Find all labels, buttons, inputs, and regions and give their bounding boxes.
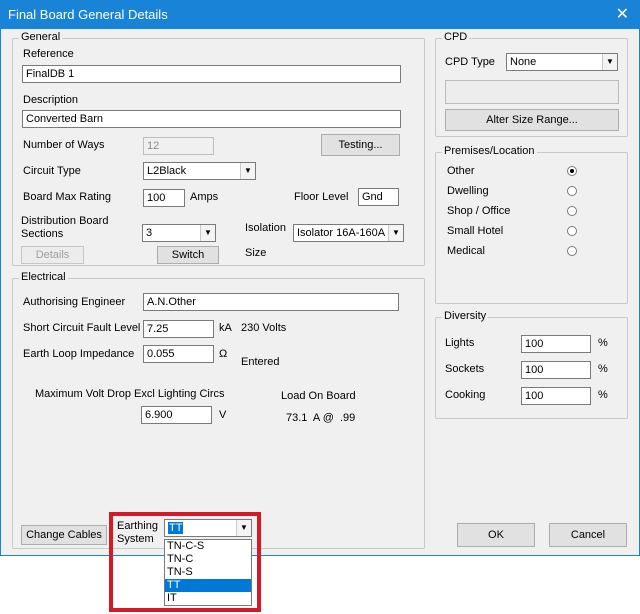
chevron-down-icon[interactable]: ▼	[200, 225, 215, 241]
chevron-down-icon[interactable]: ▼	[602, 54, 617, 70]
ways-label: Number of Ways	[23, 139, 105, 151]
premises-radio[interactable]	[567, 246, 577, 256]
cpd-size-range-box	[445, 80, 619, 104]
diversity-input[interactable]: 100	[521, 361, 591, 379]
loop-impedance-label: Earth Loop Impedance	[23, 348, 135, 360]
ways-input: 12	[143, 137, 214, 155]
cpd-type-value: None	[510, 56, 537, 68]
diversity-row-label: Cooking	[445, 389, 486, 401]
earthing-value: TT	[168, 522, 184, 534]
loop-impedance-input[interactable]: 0.055	[143, 345, 214, 363]
diversity-legend: Diversity	[442, 310, 489, 322]
isolation-label: Isolation	[245, 222, 286, 234]
diversity-row-label: Lights	[445, 337, 475, 349]
fault-level-input[interactable]: 7.25	[143, 320, 214, 338]
diversity-unit: %	[598, 337, 608, 349]
dist-sections-select[interactable]: 3 ▼	[142, 224, 216, 242]
floor-level-label: Floor Level	[294, 191, 349, 203]
cancel-button[interactable]: Cancel	[549, 523, 627, 547]
diversity-input[interactable]: 100	[521, 335, 591, 353]
dist-sections-label-2: Sections	[21, 228, 64, 240]
earthing-option[interactable]: TN-C	[165, 553, 251, 566]
earthing-label-2: System	[117, 533, 154, 545]
diversity-unit: %	[598, 363, 608, 375]
window-title: Final Board General Details	[8, 7, 168, 22]
switch-button[interactable]: Switch	[157, 246, 219, 264]
board-max-label: Board Max Rating	[23, 191, 112, 203]
loop-unit: Ω	[219, 348, 228, 360]
earthing-select[interactable]: TT ▼	[164, 519, 252, 537]
earthing-option[interactable]: TN-C-S	[165, 540, 251, 553]
isolation-select[interactable]: Isolator 16A-160A ▼	[293, 224, 404, 242]
load-label: Load On Board	[281, 390, 356, 402]
cpd-legend: CPD	[442, 31, 470, 43]
amps-label: Amps	[190, 191, 219, 203]
fault-unit: kA	[219, 322, 232, 334]
reference-input[interactable]: FinalDB 1	[22, 65, 401, 83]
circuit-type-select[interactable]: L2Black ▼	[143, 162, 256, 180]
switch-button-label: Switch	[171, 249, 205, 261]
ok-button[interactable]: OK	[457, 523, 535, 547]
electrical-legend: Electrical	[19, 271, 68, 283]
volts-label: 230 Volts	[241, 322, 287, 334]
engineer-input[interactable]: A.N.Other	[143, 293, 399, 311]
details-button: Details	[21, 246, 84, 264]
change-cables-button[interactable]: Change Cables	[21, 525, 107, 545]
premises-radio[interactable]	[567, 226, 577, 236]
general-legend: General	[19, 31, 63, 43]
reference-label: Reference	[23, 48, 74, 60]
size-label: Size	[245, 247, 267, 259]
cancel-button-label: Cancel	[570, 529, 606, 541]
chevron-down-icon[interactable]: ▼	[240, 163, 255, 179]
premises-option-label: Medical	[447, 245, 485, 257]
load-value: 73.1 A @ .99	[286, 412, 356, 424]
premises-option-label: Dwelling	[447, 185, 489, 197]
premises-radio[interactable]	[567, 206, 577, 216]
diversity-row-label: Sockets	[445, 363, 485, 375]
cpd-type-label: CPD Type	[445, 56, 495, 68]
diversity-input[interactable]: 100	[521, 387, 591, 405]
chevron-down-icon[interactable]: ▼	[236, 520, 251, 536]
earthing-option[interactable]: IT	[165, 592, 251, 605]
title-bar[interactable]: Final Board General Details ✕	[1, 1, 639, 29]
engineer-label: Authorising Engineer	[23, 296, 126, 308]
circuit-type-label: Circuit Type	[23, 165, 81, 177]
chevron-down-icon[interactable]: ▼	[388, 225, 403, 241]
volt-drop-input[interactable]: 6.900	[141, 406, 212, 424]
isolation-value: Isolator 16A-160A	[297, 227, 386, 239]
premises-option-label: Small Hotel	[447, 225, 504, 237]
dialog-window: Final Board General Details ✕ General Re…	[0, 0, 640, 556]
volt-drop-unit: V	[219, 409, 227, 421]
description-label: Description	[23, 94, 79, 106]
floor-level-input[interactable]: Gnd	[358, 188, 399, 206]
dist-sections-label-1: Distribution Board	[21, 215, 109, 227]
premises-option-label: Other	[447, 165, 475, 177]
volt-drop-label: Maximum Volt Drop Excl Lighting Circs	[35, 388, 225, 400]
premises-legend: Premises/Location	[442, 145, 537, 157]
cpd-type-select[interactable]: None ▼	[506, 53, 618, 71]
testing-button-label: Testing...	[338, 139, 383, 151]
earthing-option[interactable]: TN-S	[165, 566, 251, 579]
premises-option-label: Shop / Office	[447, 205, 511, 217]
fault-level-label: Short Circuit Fault Level	[23, 322, 141, 334]
close-icon[interactable]: ✕	[616, 4, 629, 24]
earthing-label-1: Earthing	[117, 520, 158, 532]
alter-size-range-label: Alter Size Range...	[486, 114, 578, 126]
dist-sections-value: 3	[146, 227, 153, 239]
testing-button[interactable]: Testing...	[321, 134, 400, 156]
premises-radio[interactable]	[567, 166, 577, 176]
board-max-input[interactable]: 100	[143, 189, 185, 207]
description-input[interactable]: Converted Barn	[22, 110, 401, 128]
circuit-type-value: L2Black	[147, 165, 187, 177]
details-button-label: Details	[35, 249, 70, 261]
entered-label: Entered	[241, 356, 280, 368]
diversity-unit: %	[598, 389, 608, 401]
ok-button-label: OK	[488, 529, 504, 541]
earthing-dropdown-list: TN-C-S TN-C TN-S TT IT	[164, 539, 252, 606]
change-cables-label: Change Cables	[26, 529, 102, 541]
premises-radio[interactable]	[567, 186, 577, 196]
alter-size-range-button[interactable]: Alter Size Range...	[445, 109, 619, 131]
earthing-option[interactable]: TT	[165, 579, 251, 592]
